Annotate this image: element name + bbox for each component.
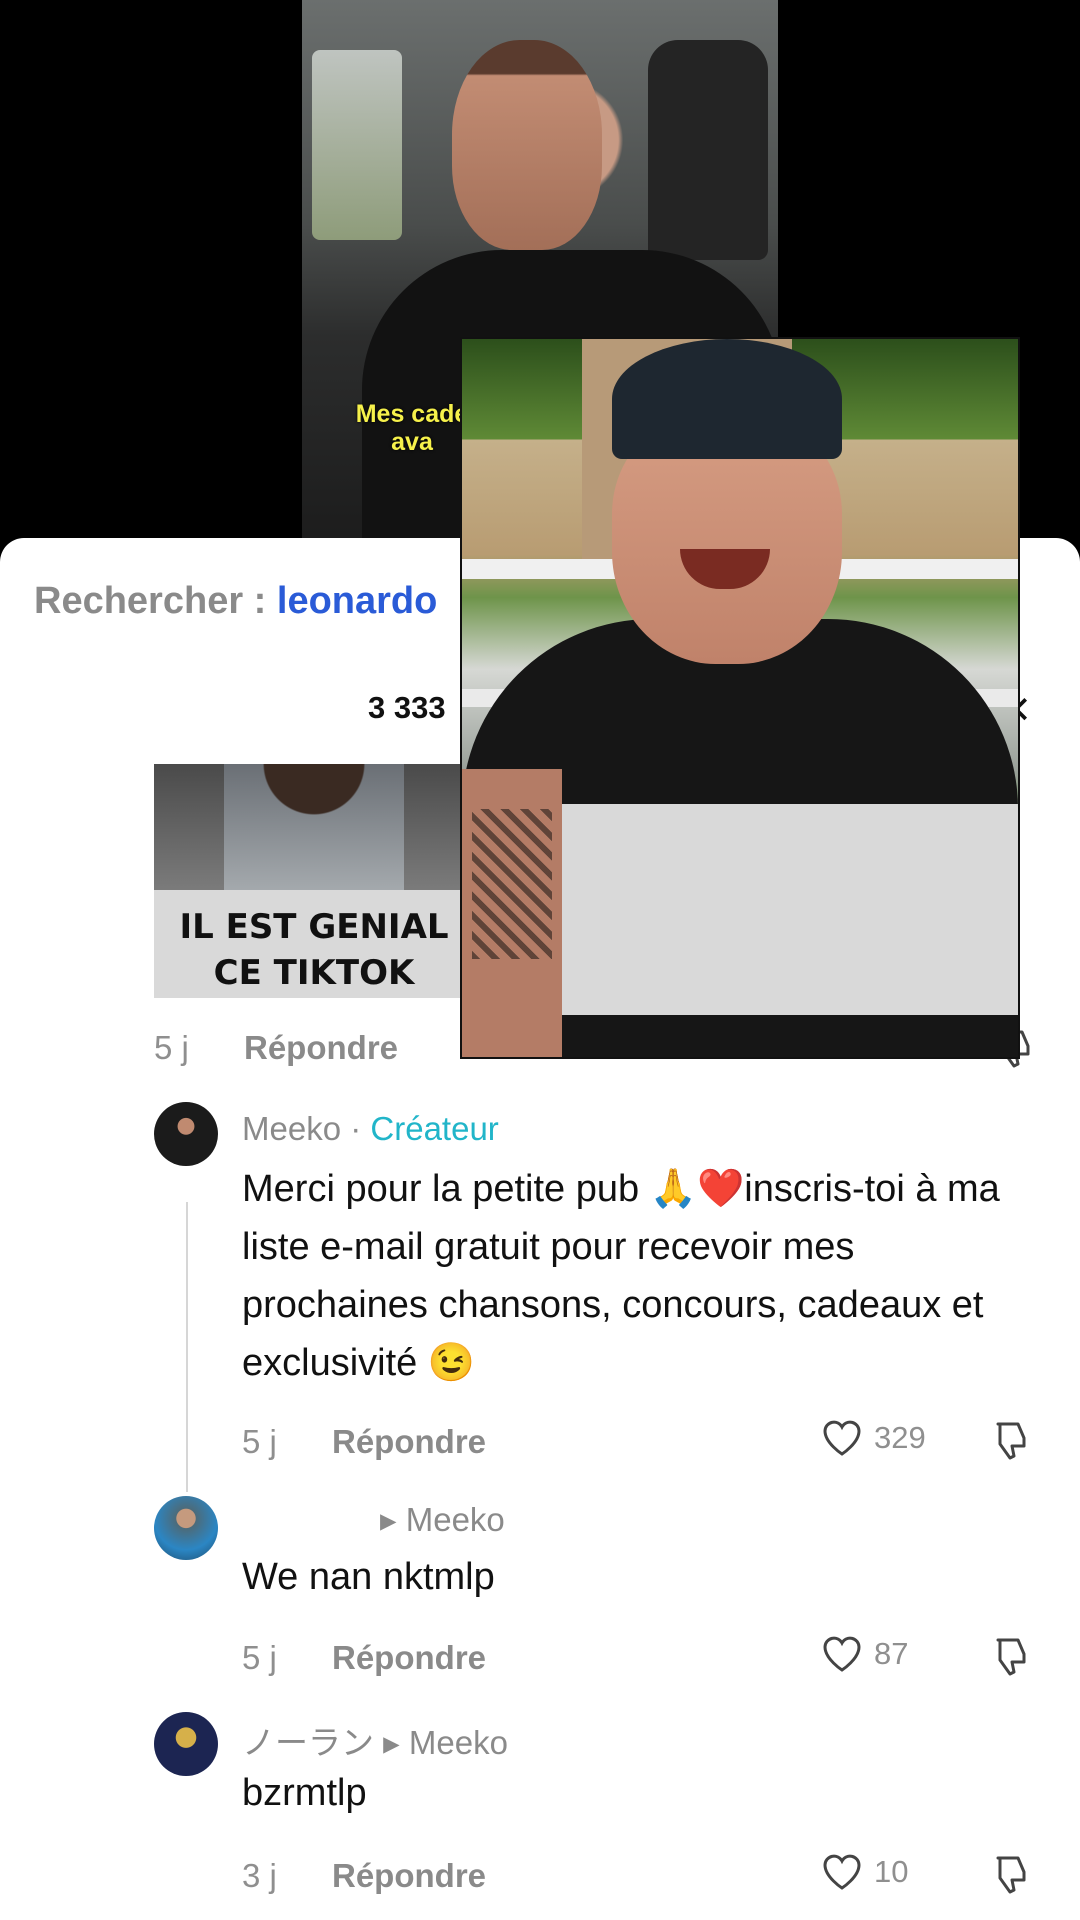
heart-icon [823,1854,861,1890]
overlay-video[interactable] [460,337,1020,1059]
search-term-link[interactable]: leonardo [277,580,437,622]
comments-count: 3 333 [368,690,446,725]
comment-meta-row: 5 j Répondre [154,1028,398,1068]
reply-button[interactable]: Répondre [332,1423,486,1461]
comment-text: We nan nktmlp [242,1556,495,1598]
heart-icon [823,1636,861,1672]
car-seat [648,40,768,260]
username-text: Meeko [242,1110,342,1147]
search-suggestion[interactable]: Rechercher : leonardo [34,580,437,623]
comment-meta-row: 5 j Répondre [242,1638,486,1678]
caret-right-icon: ▸ [380,1501,406,1538]
avatar[interactable] [154,1496,218,1560]
like-count: 329 [874,1420,926,1455]
dislike-icon[interactable] [988,1850,1036,1898]
like-count: 10 [874,1854,909,1889]
username-text: ノーラン [242,1724,374,1761]
like-button[interactable]: 10 [820,1850,908,1894]
dislike-icon[interactable] [988,1632,1036,1680]
reply-button[interactable]: Répondre [244,1029,398,1067]
thumbnail-caption: IL EST GENIAL CE TIKTOK [179,907,449,993]
reply-button[interactable]: Répondre [332,1639,486,1677]
like-button[interactable]: 329 [820,1416,926,1460]
comment-meta-row: 3 j Répondre [242,1856,486,1896]
reply-to-user: Meeko [405,1501,505,1538]
speaker-face [452,40,602,250]
comment-text: bzrmtlp [242,1772,367,1814]
arm-tattoo [472,809,552,959]
comment-username[interactable]: Meeko · Créateur [242,1110,499,1148]
reply-to-label[interactable]: ▸ Meeko [380,1500,505,1539]
comment-username[interactable]: ノーラン ▸ Meeko [242,1716,508,1764]
like-count: 87 [874,1636,909,1671]
username-separator: · [341,1110,371,1147]
comment-meta-row: 5 j Répondre [242,1422,486,1462]
reply-to-user: Meeko [408,1724,508,1761]
comment-text: Merci pour la petite pub 🙏❤️inscris-toi … [242,1168,1000,1384]
creator-badge: Créateur [370,1110,499,1147]
caret-right-icon: ▸ [383,1724,409,1761]
avatar[interactable] [154,1712,218,1776]
heart-icon [823,1420,861,1456]
comment-age: 3 j [242,1857,277,1894]
comment-age: 5 j [154,1029,189,1066]
comment-image-thumbnail[interactable]: IL EST GENIAL CE TIKTOK [154,764,474,998]
search-prefix: Rechercher : [34,580,267,622]
like-button[interactable]: 87 [820,1632,908,1676]
speaker-cap [612,339,842,459]
reply-button[interactable]: Répondre [332,1857,486,1895]
comment-age: 5 j [242,1639,277,1676]
thumbnail-person [224,764,404,890]
comment-age: 5 j [242,1423,277,1460]
avatar[interactable] [154,1102,218,1166]
car-window [312,50,402,240]
thread-line [186,1202,188,1492]
dislike-icon[interactable] [988,1416,1036,1464]
